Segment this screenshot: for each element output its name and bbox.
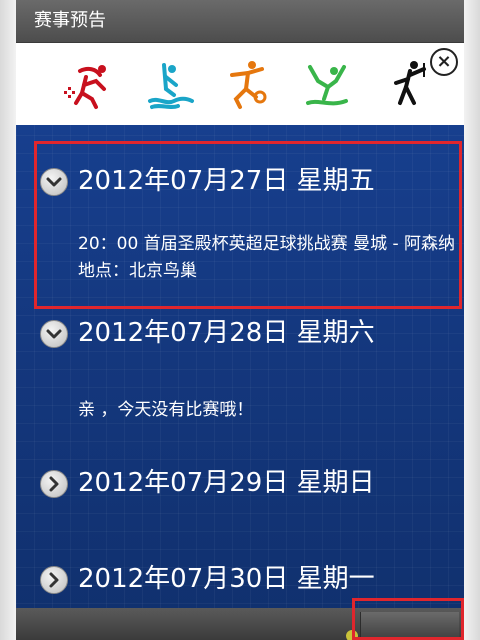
day-date-label: 2012年07月27日 星期五 bbox=[78, 166, 375, 196]
day-header-0727[interactable]: 2012年07月27日 星期五 bbox=[16, 157, 464, 205]
title-bar: 赛事预告 bbox=[16, 0, 464, 43]
day-date-label: 2012年07月28日 星期六 bbox=[78, 318, 375, 348]
device-frame-left bbox=[0, 0, 16, 640]
page-title: 赛事预告 bbox=[34, 10, 106, 31]
sport-pictogram-2-icon bbox=[148, 63, 194, 109]
event-item: 20：00 首届圣殿杯英超足球挑战赛 曼城 - 阿森纳 地点：北京鸟巢 bbox=[78, 234, 456, 281]
chevron-right-icon bbox=[40, 566, 68, 594]
device-frame-right bbox=[464, 0, 480, 640]
schedule-list: 2012年07月27日 星期五 20：00 首届圣殿杯英超足球挑战赛 曼城 - … bbox=[16, 125, 464, 640]
highlight-box-bottom bbox=[352, 598, 464, 640]
chevron-down-icon bbox=[40, 168, 68, 196]
sport-pictogram-4-icon bbox=[306, 65, 348, 106]
sport-pictogram-1-icon bbox=[64, 65, 106, 109]
chevron-down-icon bbox=[40, 320, 68, 348]
no-event-message: 亲 ，今天没有比赛哦！ bbox=[78, 400, 254, 420]
day-header-0730[interactable]: 2012年07月30日 星期一 bbox=[16, 555, 464, 603]
sport-pictogram-3-icon bbox=[230, 61, 267, 109]
day-header-0728[interactable]: 2012年07月28日 星期六 bbox=[16, 309, 464, 357]
sport-pictogram-5-icon bbox=[394, 61, 426, 105]
day-header-0729[interactable]: 2012年07月29日 星期日 bbox=[16, 459, 464, 507]
day-date-label: 2012年07月29日 星期日 bbox=[78, 468, 375, 498]
phone-screen: 赛事预告 × 2012年07月27日 星期五 20：00 首届圣殿杯英超足球挑战… bbox=[16, 0, 464, 640]
close-icon[interactable]: × bbox=[430, 48, 458, 76]
sports-banner bbox=[16, 43, 464, 125]
chevron-right-icon bbox=[40, 470, 68, 498]
day-date-label: 2012年07月30日 星期一 bbox=[78, 564, 375, 594]
